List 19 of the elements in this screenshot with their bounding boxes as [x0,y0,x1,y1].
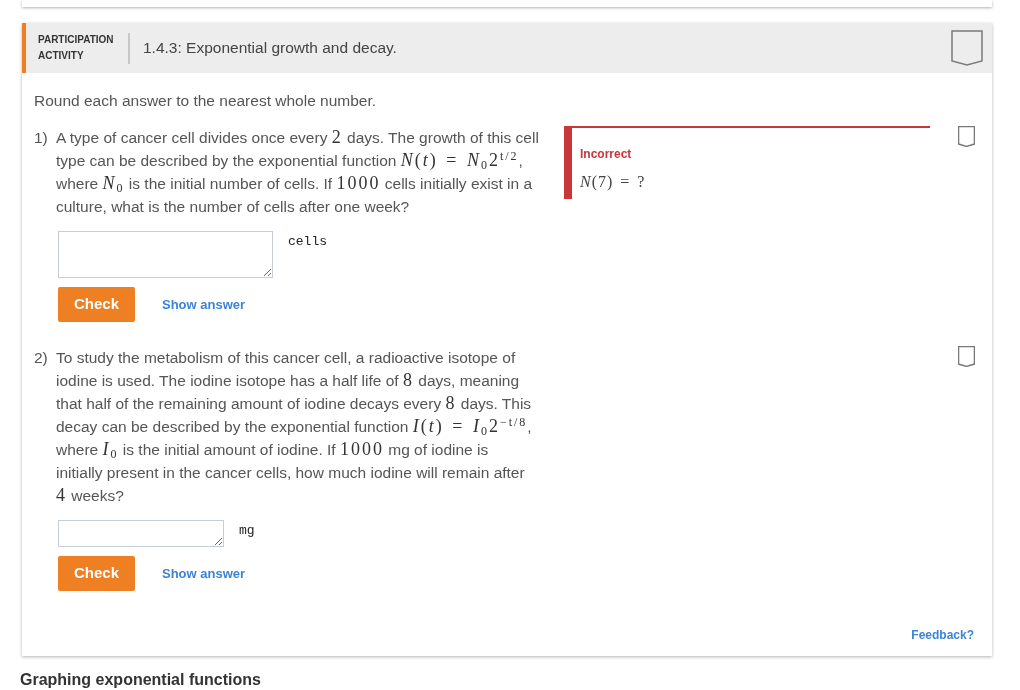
unit-label: mg [239,522,255,540]
section-heading: Graphing exponential functions [20,671,261,689]
question-text: To study the metabolism of this cancer cell, a radioactive isotope of iodine is used. The iodine isotope has a half life of 8 days, meaning that half of the remaining amount of iodine decays every 8 days. This decay can be described by the exponential function I(t) = I$_{0}$2$^{−t/8}$, where I$_{0}$ is the initial amount of iodine. If 1000 mg of iodine is initially present in the cancer cells, how much iodine will remain after 4 weeks? [56,348,533,507]
show-answer-link[interactable]: Show answer [162,563,246,584]
question-text: A type of cancer cell divides once every 2 days. The growth of this cell type can be described by the exponential function N(t) = N$_{0}$2$^{t/2}$, where N$_{0}$ is the initial number of cells. If 1000 cells initially exist in a culture, what is the number of cells after one week? [56,126,540,217]
feedback-link[interactable]: Feedback? [911,626,974,644]
activity-title: 1.4.3: Exponential growth and decay. [143,38,397,59]
feedback-status: Incorrect [580,146,632,162]
check-button[interactable]: Check [58,287,135,322]
question-number: 1) [34,128,49,148]
activity-label: PARTICIPATION ACTIVITY [38,33,115,63]
show-answer-link[interactable]: Show answer [162,294,246,315]
answer-field[interactable] [58,520,224,547]
feedback-expression: N(7) = ? [580,172,646,192]
instructions-text: Round each answer to the nearest whole number. [34,91,378,111]
question-number: 2) [34,348,49,368]
unit-label: cells [288,233,327,251]
answer-field[interactable] [58,231,273,278]
check-button[interactable]: Check [58,556,135,591]
